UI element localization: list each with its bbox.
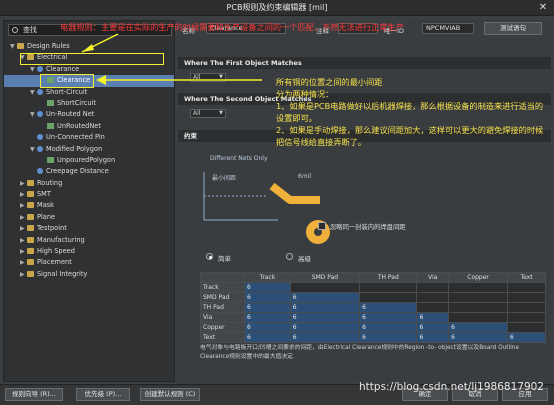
annotation-right-2: 2、如果是手动焊接，那么建议间距加大，这样可以更大的避免焊接的时候把信号线给直接…: [276, 125, 544, 147]
annotation-right-title: 所有铜的位置之间的最小间距: [276, 77, 383, 87]
arrow-head-top: [82, 44, 94, 52]
annotation-right-sub: 分为两种情况：: [276, 89, 334, 99]
create-default-button[interactable]: 创建默认规则 (C): [140, 388, 200, 401]
arrow-head-clearance: [96, 75, 106, 85]
rule-wizard-button[interactable]: 规则向导 (R)...: [5, 388, 63, 401]
annotation-arrows: [81, 33, 262, 85]
watermark: https://blog.csdn.net/lj1986817902: [359, 381, 544, 393]
priority-button[interactable]: 优先级 (P)...: [76, 388, 130, 401]
annotation-right-1: 1、如果是PCB电路做好以后机器焊接，那么根据设备的制造来进行适当的设置即可。: [276, 101, 544, 123]
